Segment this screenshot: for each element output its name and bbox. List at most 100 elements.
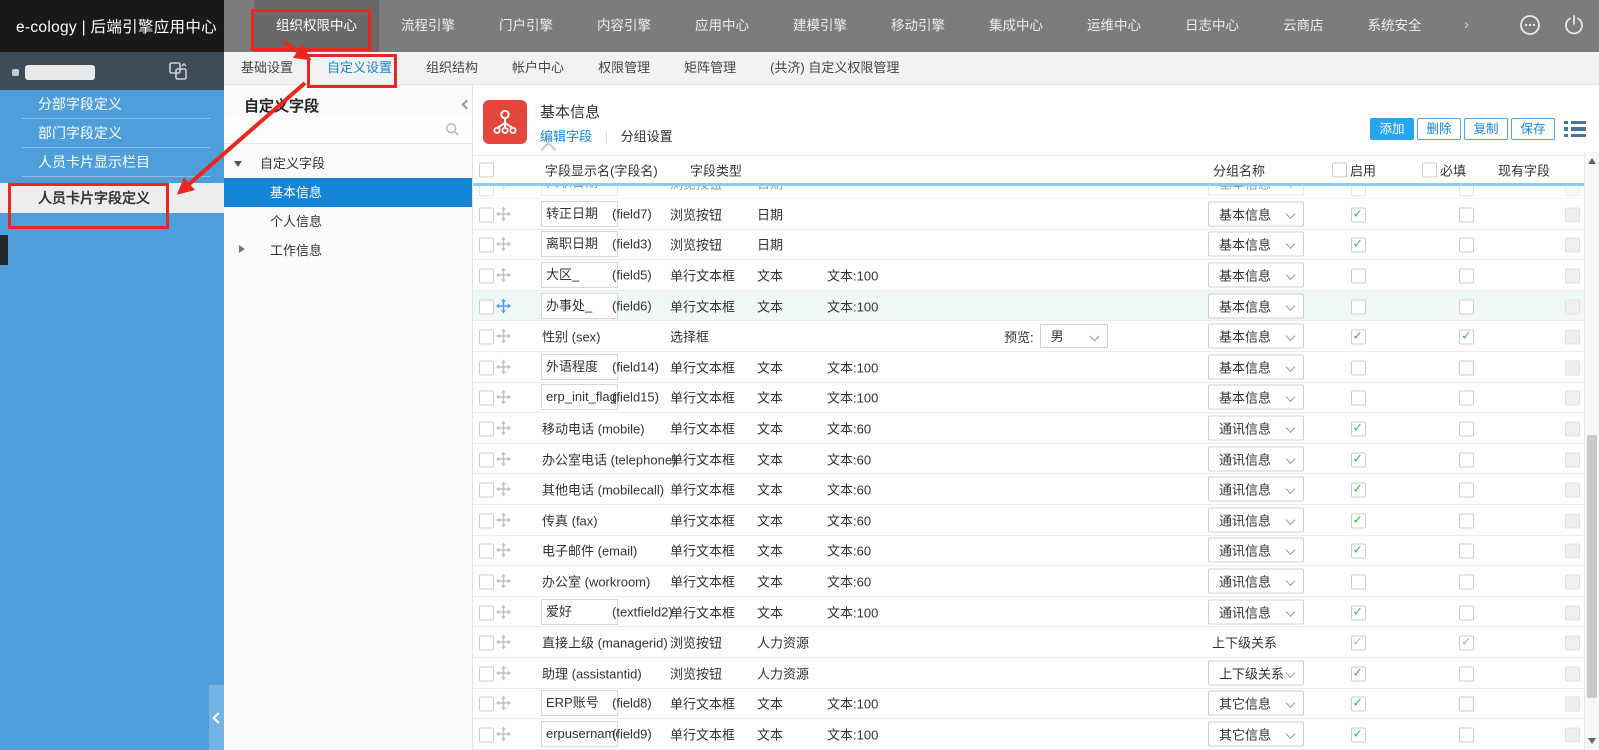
required-checkbox[interactable] [1459, 636, 1474, 651]
scroll-up-arrow-icon[interactable] [1588, 158, 1596, 164]
sub-nav-tab[interactable]: 矩阵管理 [667, 52, 753, 84]
scrollbar-thumb[interactable] [1587, 435, 1597, 698]
existing-checkbox[interactable] [1565, 574, 1580, 589]
enabled-checkbox[interactable] [1351, 299, 1366, 314]
group-select[interactable]: 通讯信息 [1208, 415, 1304, 440]
required-checkbox[interactable] [1459, 186, 1474, 196]
enabled-checkbox[interactable] [1351, 269, 1366, 284]
field-name-input[interactable]: 入职日期 [541, 186, 618, 196]
move-handle-icon[interactable] [496, 267, 511, 282]
more-icon[interactable] [1519, 14, 1541, 39]
top-nav-tab[interactable]: 内容引擎 [575, 0, 673, 52]
top-nav-tab[interactable]: 应用中心 [673, 0, 771, 52]
group-select[interactable]: 通讯信息 [1208, 538, 1304, 563]
sidebar-item[interactable]: 分部字段定义 [0, 90, 224, 119]
move-handle-icon[interactable] [496, 665, 511, 680]
sub-nav-tab[interactable]: 基础设置 [224, 52, 310, 84]
group-select[interactable]: 其它信息 [1208, 691, 1304, 716]
field-name-input[interactable]: erpusername [541, 721, 618, 747]
top-nav-tab[interactable]: 运维中心 [1065, 0, 1163, 52]
enabled-checkbox[interactable] [1351, 186, 1366, 196]
tree-node[interactable]: 基本信息 [224, 178, 472, 207]
group-select[interactable]: 通讯信息 [1208, 568, 1304, 593]
existing-checkbox[interactable] [1565, 299, 1580, 314]
top-nav-tab[interactable]: 门户引擎 [477, 0, 575, 52]
required-checkbox[interactable] [1459, 666, 1474, 681]
tree-node[interactable]: 个人信息 [224, 207, 472, 236]
existing-checkbox[interactable] [1565, 186, 1580, 196]
sidebar-item[interactable]: 人员卡片字段定义 [0, 183, 224, 213]
field-name-input[interactable]: ERP账号 [541, 690, 618, 716]
group-select[interactable]: 通讯信息 [1208, 507, 1304, 532]
group-select[interactable]: 基本信息 [1208, 293, 1304, 318]
sub-nav-tab[interactable]: 权限管理 [581, 52, 667, 84]
copy-button[interactable]: 复制 [1464, 118, 1508, 140]
required-checkbox[interactable] [1459, 544, 1474, 559]
enabled-checkbox[interactable] [1351, 666, 1366, 681]
move-handle-icon[interactable] [496, 573, 511, 588]
required-checkbox[interactable] [1459, 452, 1474, 467]
enabled-checkbox[interactable] [1351, 727, 1366, 742]
existing-checkbox[interactable] [1565, 391, 1580, 406]
existing-checkbox[interactable] [1565, 238, 1580, 253]
row-checkbox[interactable] [479, 605, 494, 620]
field-name-input[interactable]: 外语程度 [541, 354, 618, 380]
existing-checkbox[interactable] [1565, 513, 1580, 528]
enabled-checkbox[interactable] [1351, 605, 1366, 620]
required-checkbox[interactable] [1459, 391, 1474, 406]
tree-search-input[interactable] [224, 117, 472, 144]
enabled-checkbox[interactable] [1351, 330, 1366, 345]
move-handle-icon[interactable] [496, 420, 511, 435]
group-select[interactable]: 基本信息 [1208, 186, 1304, 196]
move-handle-icon[interactable] [496, 186, 511, 191]
enabled-checkbox[interactable] [1351, 207, 1366, 222]
move-handle-icon[interactable] [496, 512, 511, 527]
enabled-checkbox[interactable] [1351, 574, 1366, 589]
group-select[interactable]: 上下级关系 [1208, 660, 1304, 685]
group-select[interactable]: 通讯信息 [1208, 599, 1304, 624]
preview-select[interactable]: 男 [1040, 324, 1108, 348]
scroll-down-arrow-icon[interactable] [1588, 738, 1596, 744]
move-handle-icon[interactable] [496, 543, 511, 558]
required-checkbox[interactable] [1459, 605, 1474, 620]
row-checkbox[interactable] [479, 299, 494, 314]
required-checkbox[interactable] [1459, 574, 1474, 589]
field-name-input[interactable]: 大区_ [541, 262, 618, 288]
sidebar-collapse-button[interactable] [209, 685, 224, 750]
row-checkbox[interactable] [479, 269, 494, 284]
enable-all-checkbox[interactable] [1332, 162, 1347, 177]
delete-button[interactable]: 删除 [1417, 118, 1461, 140]
nav-overflow-chevron-icon[interactable]: › [1454, 0, 1479, 52]
enabled-checkbox[interactable] [1351, 452, 1366, 467]
move-handle-icon[interactable] [496, 359, 511, 374]
existing-checkbox[interactable] [1565, 727, 1580, 742]
top-nav-tab[interactable]: 移动引擎 [869, 0, 967, 52]
row-checkbox[interactable] [479, 207, 494, 222]
field-name-input[interactable]: 爱好 [541, 599, 618, 625]
field-name-input[interactable]: erp_init_flag(辅助 [541, 384, 618, 410]
move-handle-icon[interactable] [496, 451, 511, 466]
row-checkbox[interactable] [479, 422, 494, 437]
enabled-checkbox[interactable] [1351, 422, 1366, 437]
existing-checkbox[interactable] [1565, 330, 1580, 345]
top-nav-tab[interactable]: 系统安全 [1346, 0, 1444, 52]
group-setting-link[interactable]: 分组设置 [621, 129, 673, 144]
required-checkbox[interactable] [1459, 299, 1474, 314]
row-checkbox[interactable] [479, 452, 494, 467]
move-handle-icon[interactable] [496, 206, 511, 221]
top-nav-tab[interactable]: 建模引擎 [771, 0, 869, 52]
required-checkbox[interactable] [1459, 238, 1474, 253]
move-handle-icon[interactable] [496, 635, 511, 650]
existing-checkbox[interactable] [1565, 452, 1580, 467]
move-handle-icon[interactable] [496, 329, 511, 344]
group-select[interactable]: 通讯信息 [1208, 477, 1304, 502]
expanded-triangle-icon[interactable] [234, 161, 242, 167]
require-all-checkbox[interactable] [1422, 162, 1437, 177]
group-select[interactable]: 基本信息 [1208, 385, 1304, 410]
enabled-checkbox[interactable] [1351, 544, 1366, 559]
field-name-input[interactable]: 离职日期 [541, 231, 618, 257]
tree-root-node[interactable]: 自定义字段 [224, 149, 472, 178]
move-handle-icon[interactable] [496, 237, 511, 252]
required-checkbox[interactable] [1459, 422, 1474, 437]
enabled-checkbox[interactable] [1351, 483, 1366, 498]
